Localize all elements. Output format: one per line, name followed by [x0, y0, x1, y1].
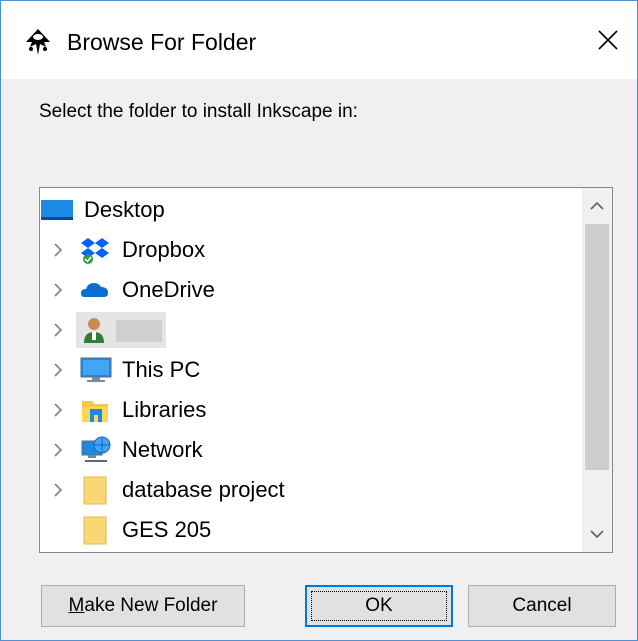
inkscape-icon [23, 27, 53, 57]
desktop-icon [40, 195, 73, 225]
close-button[interactable] [579, 1, 637, 79]
chevron-right-icon[interactable] [50, 402, 66, 418]
tree-item-this-pc[interactable]: This PC [40, 350, 580, 390]
scroll-down-button[interactable] [582, 516, 612, 552]
tree-item-user[interactable] [40, 310, 580, 350]
tree-item-database-project[interactable]: database project [40, 470, 580, 510]
computer-icon [80, 355, 112, 385]
user-icon [80, 315, 110, 345]
tree-item-dropbox[interactable]: Dropbox [40, 230, 580, 270]
make-new-folder-button[interactable]: Make New Folder [41, 585, 245, 627]
tree-item-label: Dropbox [122, 237, 206, 262]
tree-item-label: Network [122, 437, 203, 462]
chevron-down-icon [590, 530, 604, 539]
redacted-username [116, 320, 162, 342]
folder-tree[interactable]: Desktop Dropbox OneDrive This PC Librari… [39, 187, 613, 553]
tree-item-desktop[interactable]: Desktop [40, 190, 580, 230]
tree-item-onedrive[interactable]: OneDrive [40, 270, 580, 310]
close-icon [598, 30, 618, 50]
tree-item-label: Libraries [122, 397, 207, 422]
ok-button[interactable]: OK [305, 585, 453, 627]
chevron-up-icon [590, 201, 604, 210]
tree-item-libraries[interactable]: Libraries [40, 390, 580, 430]
tree-item-label: OneDrive [122, 277, 215, 302]
tree-item-label: GES 205 [122, 517, 212, 542]
folder-icon [80, 515, 110, 545]
chevron-right-icon[interactable] [50, 362, 66, 378]
network-icon [80, 435, 111, 465]
chevron-right-icon[interactable] [50, 322, 66, 338]
chevron-right-icon[interactable] [50, 282, 66, 298]
cancel-button[interactable]: Cancel [468, 585, 616, 627]
tree-item-network[interactable]: Network [40, 430, 580, 470]
libraries-icon [80, 395, 110, 425]
dropbox-icon [80, 235, 110, 265]
chevron-right-icon[interactable] [50, 442, 66, 458]
title-bar[interactable]: Browse For Folder [1, 1, 637, 79]
tree-item-label: database project [122, 477, 285, 502]
chevron-right-icon[interactable] [50, 482, 66, 498]
window-title: Browse For Folder [67, 29, 257, 55]
scrollbar-thumb[interactable] [585, 224, 609, 470]
onedrive-icon [80, 275, 110, 305]
vertical-scrollbar[interactable] [582, 188, 612, 552]
tree-item-ges-205[interactable]: GES 205 [40, 510, 580, 550]
browse-for-folder-dialog: Browse For Folder Select the folder to i… [0, 0, 638, 641]
button-label: Cancel [512, 595, 572, 616]
folder-icon [80, 475, 110, 505]
focus-ring [311, 591, 447, 621]
instruction-text: Select the folder to install Inkscape in… [39, 101, 358, 122]
tree-item-label: Desktop [84, 197, 165, 222]
button-label: ake New Folder [84, 595, 218, 616]
scroll-up-button[interactable] [582, 188, 612, 224]
chevron-right-icon[interactable] [50, 242, 66, 258]
tree-item-label: This PC [122, 357, 201, 382]
mnemonic-letter: M [68, 595, 85, 616]
